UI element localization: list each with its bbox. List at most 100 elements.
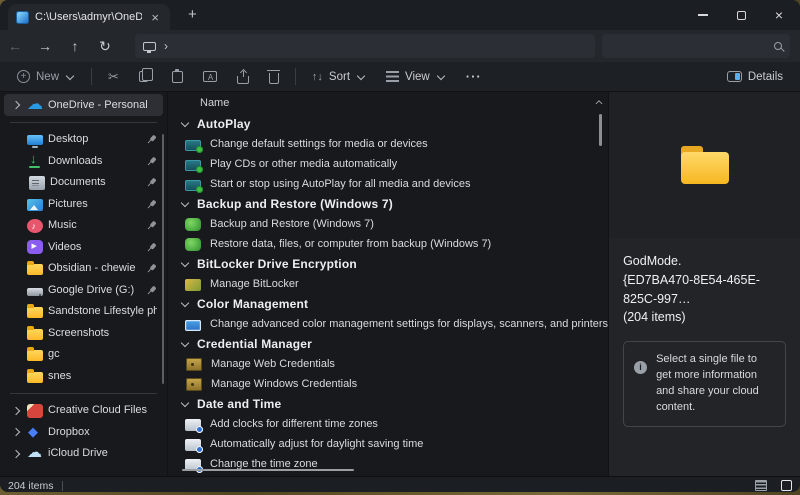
- sidebar-item-sandstone-lifestyle-photos[interactable]: Sandstone Lifestyle photos: [4, 301, 163, 323]
- music-icon: [27, 218, 43, 233]
- chevron-right-icon: [12, 220, 22, 230]
- info-icon: i: [634, 361, 648, 374]
- list-item[interactable]: Start or stop using AutoPlay for all med…: [168, 174, 608, 194]
- list-item[interactable]: Manage BitLocker: [168, 274, 608, 294]
- sidebar-item-documents[interactable]: Documents: [4, 172, 163, 194]
- group-header-credential-manager[interactable]: Credential Manager: [168, 334, 608, 354]
- sidebar-item-icloud-drive[interactable]: iCloud Drive: [4, 443, 163, 465]
- breadcrumb-chevron-icon[interactable]: ›: [164, 39, 168, 53]
- sidebar-item-google-drive-g[interactable]: Google Drive (G:): [4, 279, 163, 301]
- new-button[interactable]: + New: [8, 64, 84, 90]
- file-list-body: AutoPlay Change default settings for medi…: [168, 114, 608, 474]
- sidebar-item-gc[interactable]: gc: [4, 344, 163, 366]
- sidebar-item-pictures[interactable]: Pictures: [4, 193, 163, 215]
- sort-button[interactable]: ↑↓ Sort: [303, 64, 375, 90]
- list-item[interactable]: Add clocks for different time zones: [168, 414, 608, 434]
- list-item[interactable]: Change advanced color management setting…: [168, 314, 608, 334]
- list-horizontal-scrollbar[interactable]: [182, 468, 354, 471]
- forward-icon[interactable]: →: [30, 38, 60, 54]
- delete-button[interactable]: [260, 64, 288, 90]
- pin-icon[interactable]: [143, 260, 160, 277]
- address-bar[interactable]: ›: [135, 34, 595, 58]
- sidebar-item-music[interactable]: Music: [4, 215, 163, 237]
- cut-button[interactable]: ✂: [99, 64, 128, 90]
- tab-current[interactable]: C:\Users\admyr\OneDrive\Des ×: [8, 4, 170, 30]
- sidebar-item-videos[interactable]: Videos: [4, 236, 163, 258]
- up-icon[interactable]: ↑: [60, 38, 90, 54]
- group-header-color-management[interactable]: Color Management: [168, 294, 608, 314]
- sidebar-item-label: Obsidian - chewie: [48, 262, 136, 275]
- list-vertical-scrollbar[interactable]: [594, 94, 606, 146]
- chevron-right-icon: [12, 328, 22, 338]
- paste-button[interactable]: [163, 64, 192, 90]
- chevron-right-icon: [12, 199, 22, 209]
- search-box[interactable]: [602, 34, 790, 58]
- search-input[interactable]: [610, 40, 774, 52]
- pin-icon[interactable]: [143, 195, 160, 212]
- group-header-date-and-time[interactable]: Date and Time: [168, 394, 608, 414]
- details-pane-button[interactable]: Details: [718, 64, 792, 90]
- list-item[interactable]: Play CDs or other media automatically: [168, 154, 608, 174]
- details-view-toggle-icon[interactable]: [755, 480, 767, 491]
- chevron-down-icon[interactable]: [180, 199, 190, 209]
- chevron-right-icon[interactable]: [12, 100, 22, 110]
- list-item[interactable]: Change default settings for media or dev…: [168, 134, 608, 154]
- pin-icon[interactable]: [143, 238, 160, 255]
- list-item-label: Start or stop using AutoPlay for all med…: [210, 178, 471, 190]
- command-toolbar: + New ✂ ↑↓ Sort View ··· Details: [0, 62, 800, 92]
- view-label: View: [405, 70, 430, 83]
- list-item[interactable]: Change the time zone: [168, 454, 608, 474]
- group-header-bitlocker-drive-encryption[interactable]: BitLocker Drive Encryption: [168, 254, 608, 274]
- tab-close-icon[interactable]: ×: [148, 10, 162, 25]
- minimize-button[interactable]: [684, 0, 722, 30]
- back-icon[interactable]: ←: [0, 38, 30, 54]
- details-pane: GodMode. {ED7BA470-8E54-465E-825C-997… (…: [608, 92, 800, 476]
- column-header-name[interactable]: Name: [168, 92, 608, 114]
- pin-icon[interactable]: [143, 152, 160, 169]
- group-header-autoplay[interactable]: AutoPlay: [168, 114, 608, 134]
- sidebar-item-snes[interactable]: snes: [4, 365, 163, 387]
- pin-icon[interactable]: [143, 174, 160, 191]
- pin-icon[interactable]: [143, 131, 160, 148]
- chevron-right-icon[interactable]: [12, 405, 22, 415]
- chevron-right-icon[interactable]: [12, 427, 22, 437]
- chevron-right-icon: [12, 349, 22, 359]
- share-button[interactable]: [228, 64, 258, 90]
- sidebar-item-dropbox[interactable]: Dropbox: [4, 421, 163, 443]
- chevron-down-icon[interactable]: [180, 259, 190, 269]
- sidebar-item-downloads[interactable]: Downloads: [4, 150, 163, 172]
- list-item[interactable]: Backup and Restore (Windows 7): [168, 214, 608, 234]
- chevron-down-icon[interactable]: [180, 339, 190, 349]
- list-item[interactable]: Automatically adjust for daylight saving…: [168, 434, 608, 454]
- chevron-down-icon[interactable]: [180, 299, 190, 309]
- group-header-backup-and-restore-windows-7[interactable]: Backup and Restore (Windows 7): [168, 194, 608, 214]
- new-tab-button[interactable]: +: [182, 6, 203, 23]
- chevron-right-icon: [12, 285, 22, 295]
- list-item[interactable]: Manage Windows Credentials: [168, 374, 608, 394]
- more-options-button[interactable]: ···: [457, 64, 491, 90]
- chevron-right-icon[interactable]: [12, 448, 22, 458]
- list-item-label: Change default settings for media or dev…: [210, 138, 428, 150]
- scrollbar-thumb[interactable]: [598, 114, 602, 146]
- creative-cloud-icon: [27, 403, 43, 418]
- scroll-up-icon[interactable]: [595, 98, 603, 106]
- rename-button[interactable]: [194, 64, 226, 90]
- sidebar-scrollbar[interactable]: [161, 134, 164, 384]
- chevron-down-icon[interactable]: [180, 119, 190, 129]
- chevron-down-icon[interactable]: [180, 399, 190, 409]
- list-item[interactable]: Manage Web Credentials: [168, 354, 608, 374]
- refresh-icon[interactable]: ↻: [90, 38, 120, 55]
- list-item[interactable]: Restore data, files, or computer from ba…: [168, 234, 608, 254]
- maximize-button[interactable]: [722, 0, 760, 30]
- large-icons-view-toggle-icon[interactable]: [781, 480, 792, 491]
- view-button[interactable]: View: [377, 64, 455, 90]
- pin-icon[interactable]: [143, 217, 160, 234]
- close-button[interactable]: ×: [760, 0, 798, 30]
- copy-button[interactable]: [130, 64, 161, 90]
- pin-icon[interactable]: [143, 281, 160, 298]
- sidebar-item-screenshots[interactable]: Screenshots: [4, 322, 163, 344]
- sidebar-item-desktop[interactable]: Desktop: [4, 129, 163, 151]
- sidebar-item-creative-cloud-files[interactable]: Creative Cloud Files: [4, 400, 163, 422]
- sidebar-item-obsidian-chewie[interactable]: Obsidian - chewie: [4, 258, 163, 280]
- sidebar-item-onedrive-personal[interactable]: OneDrive - Personal: [4, 94, 163, 116]
